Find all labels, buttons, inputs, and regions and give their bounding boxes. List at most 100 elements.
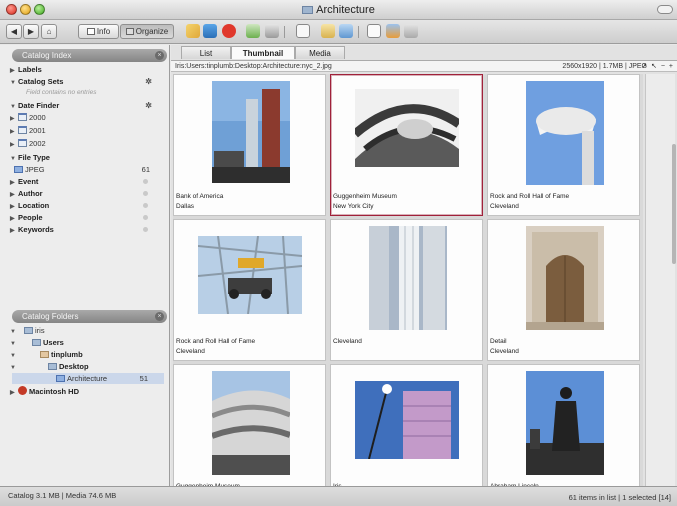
- thumbnail-subcaption: Dallas: [176, 203, 195, 210]
- folder-icon: [56, 375, 65, 382]
- tree-item-label: Macintosh HD: [29, 387, 80, 396]
- gear-icon[interactable]: ✲: [145, 100, 152, 111]
- organize-button-label: Organize: [135, 27, 169, 36]
- delete-icon[interactable]: [222, 24, 236, 38]
- tree-item-jpeg[interactable]: JPEG 61: [14, 164, 160, 175]
- tree-item-label: 2000: [29, 113, 46, 122]
- tree-item-label: Catalog Sets: [18, 77, 64, 86]
- folder-icon: [302, 6, 314, 14]
- info-button[interactable]: Info: [78, 24, 119, 39]
- thumbnail-cell[interactable]: Abraham Lincoln: [487, 364, 640, 506]
- tree-item-label: 2001: [29, 126, 46, 135]
- disclosure-triangle-icon[interactable]: ▶: [10, 140, 18, 151]
- tree-item-location[interactable]: ▶ Location: [10, 200, 160, 211]
- disclosure-triangle-icon[interactable]: ▶: [10, 388, 18, 399]
- thumbnail-cell[interactable]: Bank of America Dallas: [173, 74, 326, 216]
- thumbnail-cell[interactable]: Guggenheim Museum: [173, 364, 326, 506]
- thumbnail-cell[interactable]: Detail Cleveland: [487, 219, 640, 361]
- tree-item-catalog-sets[interactable]: ▼ Catalog Sets ✲: [10, 76, 160, 87]
- tree-item-architecture[interactable]: Architecture 51: [10, 373, 158, 384]
- tree-item-iris[interactable]: ▼ iris: [10, 325, 45, 336]
- tree-item-label: 2002: [29, 139, 46, 148]
- status-dot-icon: [143, 215, 148, 220]
- tree-item-2001[interactable]: ▶ 2001: [10, 125, 46, 136]
- back-button[interactable]: ◀: [6, 24, 22, 39]
- export-icon[interactable]: [386, 24, 400, 38]
- thumbnail-cell-selected[interactable]: Guggenheim Museum New York City: [330, 74, 483, 216]
- disclosure-triangle-icon[interactable]: ▶: [10, 226, 18, 237]
- window-title-area: Architecture: [0, 4, 677, 16]
- slideshow-icon[interactable]: [367, 24, 381, 38]
- organize-icon: [125, 28, 134, 36]
- pencil-icon[interactable]: [186, 24, 200, 38]
- jpeg-count: 61: [141, 165, 150, 174]
- tree-item-label: File Type: [18, 153, 50, 162]
- thumbnail-cell[interactable]: Rock and Roll Hall of Fame Cleveland: [173, 219, 326, 361]
- folder-icon: [48, 363, 57, 370]
- thumbnail-caption: Detail: [490, 338, 507, 345]
- file-metadata: 2560x1920 | 1.7MB | JPEG: [562, 63, 647, 70]
- catalog-sets-hint: Field contains no entries: [26, 89, 97, 96]
- view-tabs: List Thumbnail Media: [171, 45, 677, 60]
- organize-button[interactable]: Organize: [120, 24, 174, 39]
- gear-icon[interactable]: ✲: [145, 76, 152, 87]
- tree-item-label: Users: [43, 338, 64, 347]
- thumbnail-subcaption: Cleveland: [490, 348, 519, 355]
- disclosure-triangle-icon[interactable]: ▶: [10, 114, 18, 125]
- home-folder-icon: [40, 351, 49, 358]
- toolbar-toggle-button[interactable]: [657, 5, 673, 14]
- tab-thumbnail[interactable]: Thumbnail: [231, 46, 295, 59]
- tree-item-tinplumb[interactable]: ▼ tinplumb: [10, 349, 83, 360]
- tree-item-event[interactable]: ▶ Event: [10, 176, 160, 187]
- sidebar: Catalog Index × ▶ Labels ▼ Catalog Sets ✲ F…: [0, 45, 170, 486]
- tree-item-label: Architecture: [67, 374, 108, 383]
- photo-icon[interactable]: [203, 24, 217, 38]
- zoom-controls[interactable]: ↗ ↖ − +: [641, 61, 674, 72]
- tree-item-labels[interactable]: ▶ Labels: [10, 64, 42, 75]
- print-icon[interactable]: [404, 24, 418, 38]
- share-icon[interactable]: [339, 24, 353, 38]
- vertical-scrollbar[interactable]: [645, 74, 676, 486]
- close-icon[interactable]: ×: [155, 312, 164, 321]
- crop-icon[interactable]: [296, 24, 310, 38]
- thumbnail-cell[interactable]: Rock and Roll Hall of Fame Cleveland: [487, 74, 640, 216]
- catalog-index-title: Catalog Index: [22, 51, 72, 60]
- photo-rock-hall-trusses: [198, 236, 302, 314]
- status-dot-icon: [143, 191, 148, 196]
- tree-item-label: Location: [18, 201, 50, 210]
- toolbar-separator: [284, 26, 285, 38]
- tree-item-label: Event: [18, 177, 39, 186]
- tree-item-people[interactable]: ▶ People: [10, 212, 160, 223]
- thumbnail-caption: Rock and Roll Hall of Fame: [490, 193, 570, 200]
- photo-detail-doorway: [526, 226, 604, 330]
- chart-icon[interactable]: [321, 24, 335, 38]
- status-dot-icon: [143, 179, 148, 184]
- tab-media[interactable]: Media: [295, 46, 345, 59]
- tree-item-desktop[interactable]: ▼ Desktop: [10, 361, 89, 372]
- photo-bank-of-america: [212, 81, 290, 183]
- status-bar: Catalog 3.1 MB | Media 74.6 MB 61 items …: [0, 486, 677, 506]
- rating-icon[interactable]: [265, 24, 279, 38]
- tree-item-macintosh-hd[interactable]: ▶ Macintosh HD: [10, 386, 79, 397]
- catalog-index-header: Catalog Index ×: [12, 49, 167, 62]
- calendar-icon: [18, 139, 27, 147]
- disclosure-triangle-icon[interactable]: ▼: [10, 78, 18, 89]
- tree-item-users[interactable]: ▼ Users: [10, 337, 64, 348]
- tab-list[interactable]: List: [181, 46, 231, 59]
- architecture-count: 51: [139, 374, 148, 383]
- scrollbar-thumb[interactable]: [672, 144, 676, 264]
- forward-button[interactable]: ▶: [23, 24, 39, 39]
- tree-item-2000[interactable]: ▶ 2000: [10, 112, 46, 123]
- label-icon[interactable]: [246, 24, 260, 38]
- thumbnail-cell[interactable]: Cleveland: [330, 219, 483, 361]
- tree-item-keywords[interactable]: ▶ Keywords: [10, 224, 160, 235]
- tree-item-2002[interactable]: ▶ 2002: [10, 138, 46, 149]
- thumbnail-cell[interactable]: Iris: [330, 364, 483, 506]
- tree-item-label: Author: [18, 189, 43, 198]
- tree-item-file-type[interactable]: ▼ File Type: [10, 152, 50, 163]
- disclosure-triangle-icon[interactable]: ▶: [10, 127, 18, 138]
- tree-item-date-finder[interactable]: ▼ Date Finder ✲: [10, 100, 160, 111]
- tree-item-author[interactable]: ▶ Author: [10, 188, 160, 199]
- home-button[interactable]: ⌂: [41, 24, 57, 39]
- close-icon[interactable]: ×: [155, 51, 164, 60]
